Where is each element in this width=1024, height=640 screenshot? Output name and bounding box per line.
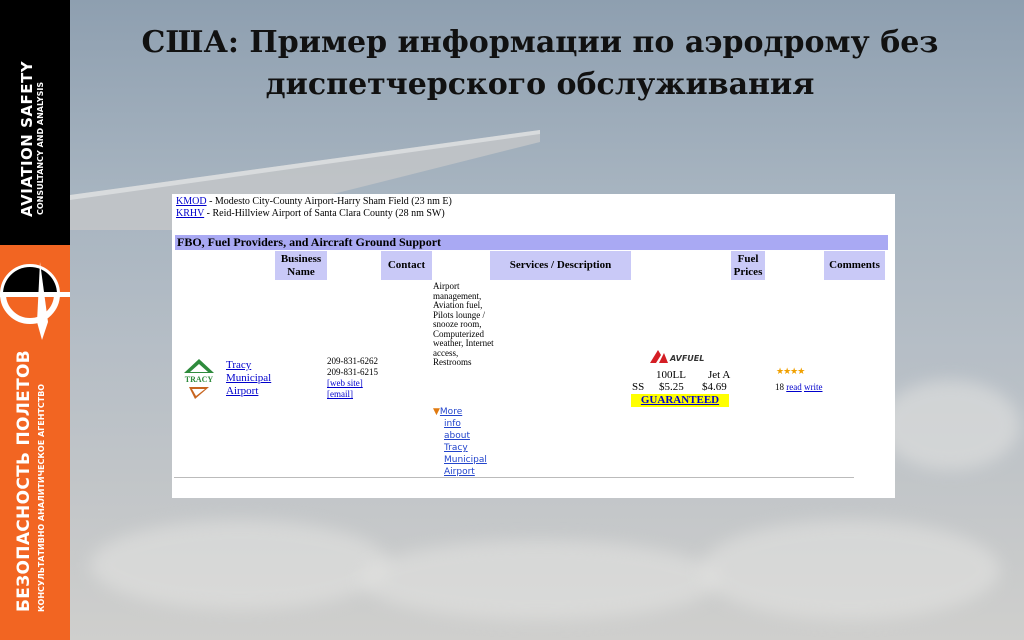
business-name: Tracy Municipal Airport — [226, 359, 271, 398]
tracy-airport-logo-icon: TRACY — [184, 359, 214, 399]
row-divider — [174, 477, 854, 478]
fbo-section-header: FBO, Fuel Providers, and Aircraft Ground… — [175, 235, 888, 250]
review-count: 18 read write — [775, 382, 823, 392]
column-header-comments: Comments — [824, 251, 885, 280]
brand-logo-icon — [0, 262, 70, 340]
write-review-link[interactable]: write — [804, 382, 823, 392]
phone-number: 209-831-6215 — [327, 367, 378, 377]
airport-info-screenshot: KMOD - Modesto City-County Airport-Harry… — [172, 194, 895, 498]
nearby-airport-row: KRHV - Reid-Hillview Airport of Santa Cl… — [176, 208, 452, 220]
contact-info: 209-831-6262 209-831-6215 [web site] [em… — [327, 356, 378, 400]
tracy-logo-text: TRACY — [185, 375, 214, 384]
phone-number: 209-831-6262 — [327, 356, 378, 366]
fuel-service-type: SS — [632, 381, 645, 393]
star-rating-icon: ★★★★ — [776, 366, 805, 376]
brand-ru-title: БЕЗОПАСНОСТЬ ПОЛЕТОВ — [14, 349, 34, 612]
guaranteed-badge[interactable]: GUARANTEED — [631, 394, 729, 407]
more-info-link-text[interactable]: about — [444, 431, 470, 441]
column-header-contact: Contact — [381, 251, 432, 280]
nearby-airport-desc: - Reid-Hillview Airport of Santa Clara C… — [204, 208, 445, 219]
column-header-fuel-prices: Fuel Prices — [731, 251, 765, 280]
email-link[interactable]: [email] — [327, 389, 353, 399]
avfuel-brand-text: AVFUEL — [669, 354, 704, 363]
more-info-link-text[interactable]: info — [444, 419, 461, 429]
more-info-link-text[interactable]: Airport — [444, 467, 475, 477]
column-header-business-name: Business Name — [275, 251, 327, 280]
column-header-services: Services / Description — [490, 251, 631, 280]
fuel-price-jet-a: $4.69 — [702, 381, 727, 393]
web-site-link[interactable]: [web site] — [327, 378, 363, 388]
slide-title-line-1: США: Пример информации по аэродрому без — [141, 25, 939, 60]
business-name-link[interactable]: Municipal — [226, 372, 271, 384]
brand-en-title: AVIATION SAFETY — [18, 60, 36, 217]
cloud-decoration — [880, 380, 1020, 470]
read-reviews-link[interactable]: read — [786, 382, 802, 392]
triangle-down-icon: ▼ — [433, 407, 440, 417]
brand-ru-subtitle: КОНСУЛЬТАТИВНО АНАЛИТИЧЕСКОЕ АГЕНТСТВО — [37, 383, 46, 612]
more-info-link[interactable]: ▼More info about Tracy Municipal Airport — [433, 406, 487, 478]
cloud-decoration — [700, 520, 1000, 620]
nearby-airport-link-kmod[interactable]: KMOD — [176, 196, 207, 207]
fuel-price-100ll: $5.25 — [659, 381, 684, 393]
more-info-link-text[interactable]: More — [440, 407, 462, 417]
nearby-airport-desc: - Modesto City-County Airport-Harry Sham… — [206, 196, 452, 207]
more-info-link-text[interactable]: Municipal — [444, 455, 487, 465]
nearby-airport-link-krhv[interactable]: KRHV — [176, 208, 204, 219]
nearby-airport-row: KMOD - Modesto City-County Airport-Harry… — [176, 196, 452, 208]
services-description: Airport management, Aviation fuel, Pilot… — [433, 281, 494, 367]
business-name-link[interactable]: Tracy — [226, 359, 251, 371]
slide-title: США: Пример информации по аэродрому без … — [100, 22, 980, 106]
guaranteed-link[interactable]: GUARANTEED — [641, 394, 719, 406]
review-count-number: 18 — [775, 382, 784, 392]
business-name-link[interactable]: Airport — [226, 385, 258, 397]
more-info-link-text[interactable]: Tracy — [444, 443, 468, 453]
nearby-airports: KMOD - Modesto City-County Airport-Harry… — [176, 196, 452, 220]
slide-title-line-2: диспетчерского обслуживания — [265, 67, 815, 102]
cloud-decoration — [90, 520, 390, 610]
avfuel-logo-icon: AVFUEL — [650, 350, 704, 363]
cloud-decoration — [360, 540, 720, 620]
brand-en-subtitle: CONSULTANCY AND ANALYSIS — [36, 81, 45, 215]
